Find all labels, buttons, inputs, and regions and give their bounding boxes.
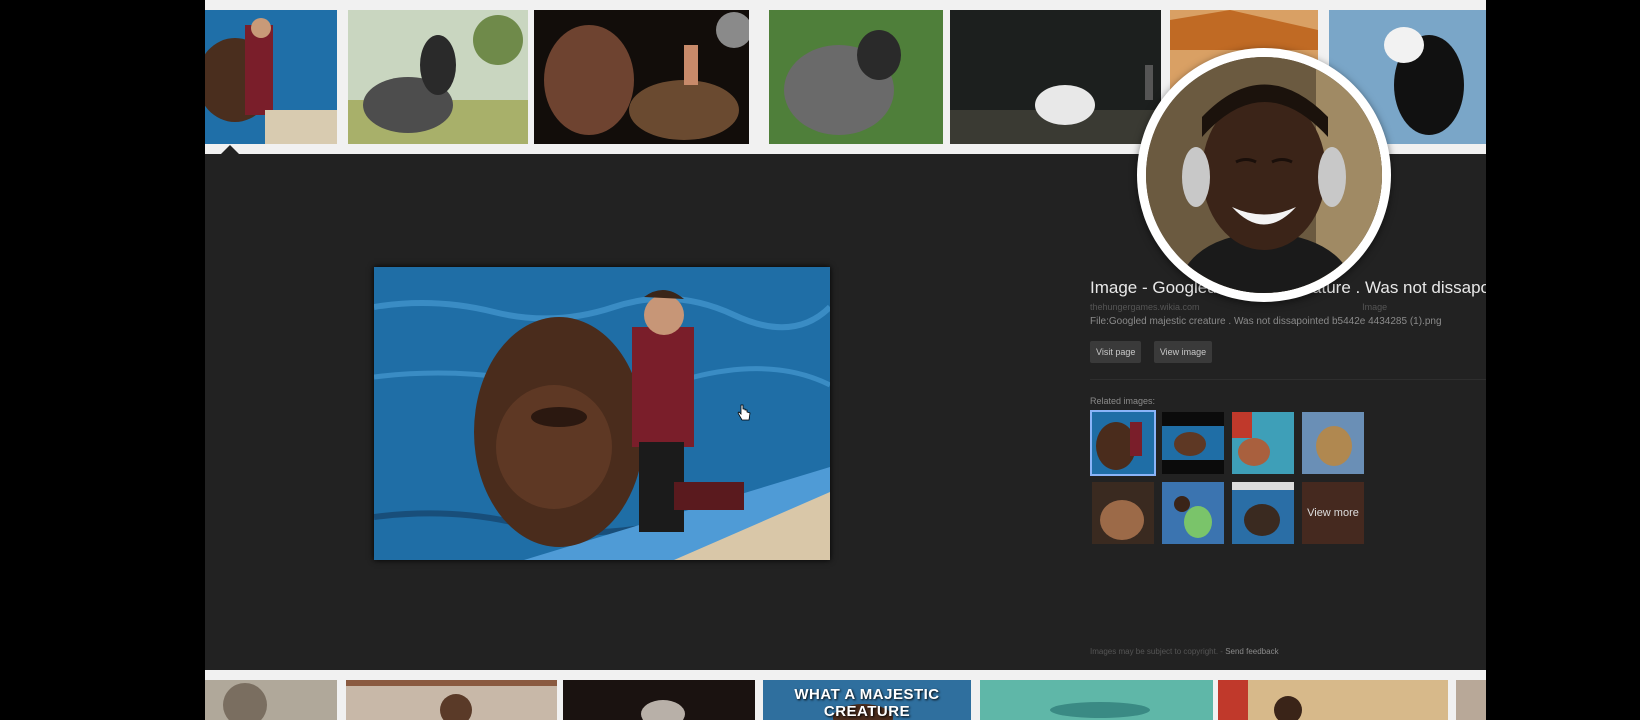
result-thumbnail[interactable] bbox=[980, 680, 1213, 720]
view-more-label[interactable]: View more bbox=[1302, 482, 1364, 544]
result-thumbnail[interactable] bbox=[346, 680, 557, 720]
related-image[interactable] bbox=[1162, 482, 1224, 544]
result-thumbnail-selected[interactable] bbox=[205, 10, 337, 144]
related-image[interactable] bbox=[1232, 412, 1294, 474]
view-image-button[interactable]: View image bbox=[1153, 341, 1213, 363]
visit-page-button[interactable]: Visit page bbox=[1090, 341, 1142, 363]
copyright-notice: Images may be subject to copyright. - bbox=[1090, 647, 1223, 656]
webcam-video bbox=[1146, 57, 1382, 293]
result-thumbnail[interactable] bbox=[563, 680, 755, 720]
related-image[interactable] bbox=[1162, 412, 1224, 474]
related-image[interactable] bbox=[1092, 482, 1154, 544]
preview-source-suffix: Image bbox=[1362, 302, 1388, 312]
result-thumbnail[interactable] bbox=[348, 10, 528, 144]
result-thumbnail[interactable] bbox=[1218, 680, 1448, 720]
related-images-grid: View more bbox=[1090, 410, 1390, 550]
meme-caption: WHAT A MAJESTIC CREATURE bbox=[794, 686, 940, 720]
webcam-overlay bbox=[1137, 48, 1391, 302]
related-image[interactable] bbox=[1232, 482, 1294, 544]
result-thumbnail[interactable] bbox=[205, 680, 337, 720]
preview-source[interactable]: thehungergames.wikia.com Image bbox=[1090, 302, 1486, 312]
view-more-tile[interactable]: View more bbox=[1302, 482, 1364, 544]
related-images-label: Related images: bbox=[1090, 396, 1156, 406]
hand-cursor-icon bbox=[737, 404, 751, 421]
divider bbox=[1090, 379, 1486, 380]
preview-main-image[interactable] bbox=[374, 267, 830, 560]
preview-info: Image - Googled majestic creature . Was … bbox=[1090, 278, 1486, 550]
related-image[interactable] bbox=[1302, 412, 1364, 474]
result-thumbnail[interactable] bbox=[950, 10, 1161, 144]
image-results-row-bottom: WHAT A MAJESTIC CREATURE bbox=[205, 670, 1486, 720]
panel-pointer bbox=[221, 145, 239, 154]
send-feedback-link[interactable]: Send feedback bbox=[1225, 647, 1278, 656]
result-thumbnail[interactable] bbox=[1456, 680, 1486, 720]
result-thumbnail-majestic[interactable]: WHAT A MAJESTIC CREATURE bbox=[763, 680, 971, 720]
preview-footer: Images may be subject to copyright. - Se… bbox=[1090, 647, 1279, 656]
preview-actions: Visit page View image bbox=[1090, 341, 1486, 365]
result-thumbnail[interactable] bbox=[534, 10, 749, 144]
preview-filename: File:Googled majestic creature . Was not… bbox=[1090, 316, 1442, 327]
related-image[interactable] bbox=[1090, 410, 1156, 476]
result-thumbnail[interactable] bbox=[769, 10, 943, 144]
preview-source-domain[interactable]: thehungergames.wikia.com bbox=[1090, 302, 1200, 312]
